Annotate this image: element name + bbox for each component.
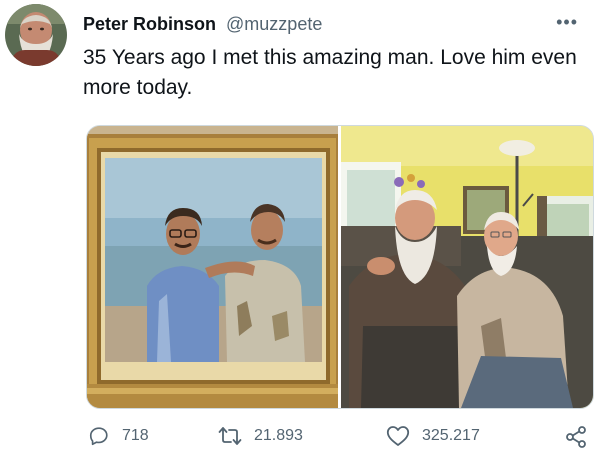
reply-button[interactable]: 718 xyxy=(88,425,149,447)
avatar[interactable] xyxy=(5,4,67,66)
photo-right[interactable] xyxy=(341,126,593,408)
retweet-button[interactable]: 21.893 xyxy=(218,425,303,447)
heart-icon xyxy=(386,425,410,447)
tweet-actions: 718 21.893 325.217 xyxy=(86,425,592,455)
retweet-count: 21.893 xyxy=(254,427,303,444)
tweet-media[interactable] xyxy=(86,125,594,409)
reply-count: 718 xyxy=(122,427,149,444)
retweet-icon xyxy=(218,425,242,447)
tweet-card[interactable]: Peter Robinson @muzzpete ••• 35 Years ag… xyxy=(0,0,600,465)
share-button[interactable] xyxy=(564,425,588,449)
reply-icon xyxy=(88,425,110,447)
tweet-header: Peter Robinson @muzzpete xyxy=(83,13,322,35)
more-dots-icon: ••• xyxy=(556,12,578,32)
photo-left[interactable] xyxy=(87,126,338,408)
like-button[interactable]: 325.217 xyxy=(386,425,480,447)
author-display-name[interactable]: Peter Robinson xyxy=(83,14,216,34)
tweet-text: 35 Years ago I met this amazing man. Lov… xyxy=(83,46,577,99)
more-options-button[interactable]: ••• xyxy=(556,12,578,32)
share-icon xyxy=(564,425,588,449)
author-handle[interactable]: @muzzpete xyxy=(226,14,322,34)
like-count: 325.217 xyxy=(422,427,480,444)
